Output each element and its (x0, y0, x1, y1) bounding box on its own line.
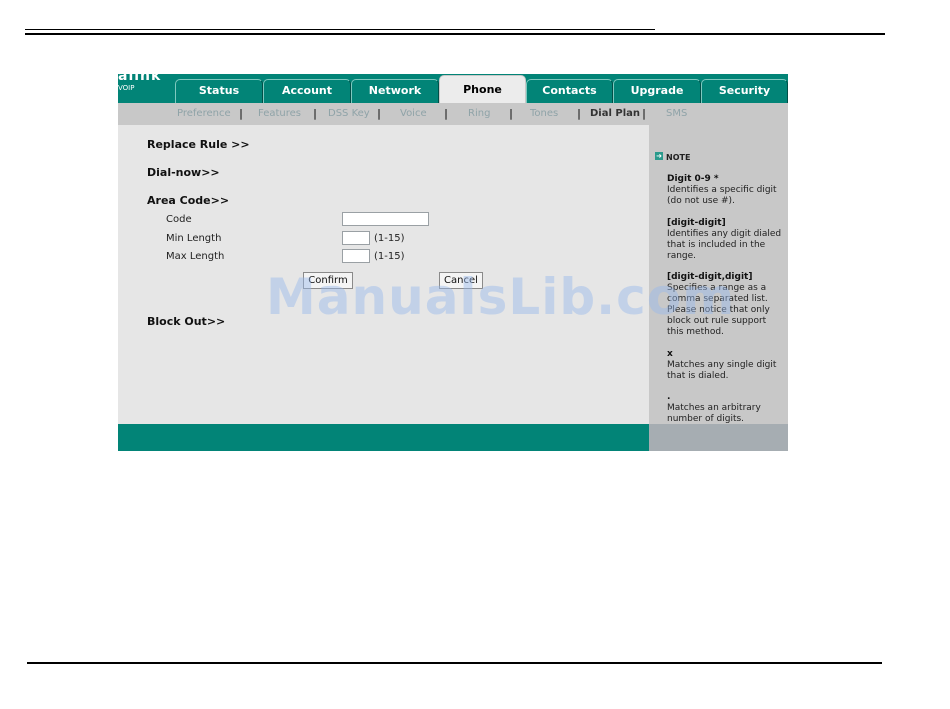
footer-bar-right (649, 424, 788, 451)
note-item: x Matches any single digit that is diale… (667, 349, 782, 382)
code-label: Code (166, 214, 192, 225)
note-item-title: [digit-digit] (667, 218, 726, 228)
bottom-rule (27, 662, 882, 664)
note-item-text: Matches any single digit that is dialed. (667, 360, 777, 381)
tab-upgrade[interactable]: Upgrade (613, 79, 701, 103)
subnav-separator: | (509, 107, 514, 120)
note-item-text: Identifies a specific digit (do not use … (667, 185, 777, 206)
web-ui-window: alink VOIP Status Account Network Phone … (118, 74, 788, 451)
note-item: Digit 0-9 * Identifies a specific digit … (667, 174, 782, 207)
subnav-tones[interactable]: Tones (530, 108, 558, 119)
subnav-features[interactable]: Features (258, 108, 301, 119)
note-item: [digit-digit] Identifies any digit diale… (667, 218, 782, 262)
subnav-separator: | (239, 107, 244, 120)
tab-account[interactable]: Account (263, 79, 351, 103)
note-title: ➜ NOTE (655, 152, 691, 162)
tab-status[interactable]: Status (175, 79, 263, 103)
replace-rule-link[interactable]: Replace Rule >> (147, 138, 250, 151)
brand-logo: alink VOIP (118, 74, 174, 103)
note-title-text: NOTE (666, 153, 691, 162)
block-out-link[interactable]: Block Out>> (147, 315, 225, 328)
min-length-input[interactable] (342, 231, 370, 245)
max-length-input[interactable] (342, 249, 370, 263)
note-item-title: . (667, 392, 671, 402)
code-input[interactable] (342, 212, 429, 226)
subnav-separator: | (377, 107, 382, 120)
subnav-dial-plan[interactable]: Dial Plan (590, 108, 640, 119)
subnav-separator: | (577, 107, 582, 120)
watermark-text: ManualsLib.com (266, 268, 736, 326)
note-item-title: Digit 0-9 * (667, 174, 719, 184)
min-length-hint: (1-15) (374, 233, 405, 244)
min-length-label: Min Length (166, 233, 222, 244)
area-code-link[interactable]: Area Code>> (147, 194, 229, 207)
max-length-hint: (1-15) (374, 251, 405, 262)
subnav-separator: | (444, 107, 449, 120)
note-item-text: Matches an arbitrary number of digits. (667, 403, 761, 424)
tab-phone[interactable]: Phone (439, 75, 526, 103)
subnav-voice[interactable]: Voice (400, 108, 427, 119)
subnav-sms[interactable]: SMS (666, 108, 687, 119)
subnav-ring[interactable]: Ring (468, 108, 490, 119)
sub-navigation: Preference | Features | DSS Key | Voice … (118, 103, 788, 125)
note-item-title: x (667, 349, 673, 359)
max-length-label: Max Length (166, 251, 225, 262)
tab-security[interactable]: Security (701, 79, 788, 103)
note-arrow-icon: ➜ (655, 152, 663, 160)
dial-now-link[interactable]: Dial-now>> (147, 166, 220, 179)
subnav-separator: | (642, 107, 647, 120)
tab-network[interactable]: Network (351, 79, 439, 103)
logo-text: alink (118, 74, 162, 84)
tab-contacts[interactable]: Contacts (526, 79, 613, 103)
subnav-separator: | (313, 107, 318, 120)
note-item-text: Identifies any digit dialed that is incl… (667, 229, 782, 261)
top-rule (25, 29, 655, 30)
subnav-preference[interactable]: Preference (177, 108, 231, 119)
header-bar: alink VOIP Status Account Network Phone … (118, 74, 788, 103)
subnav-dss-key[interactable]: DSS Key (328, 108, 370, 119)
top-rule-thick (25, 33, 885, 35)
footer-bar (118, 424, 649, 451)
logo-subtext: VOIP (118, 84, 135, 92)
note-item: . Matches an arbitrary number of digits. (667, 392, 782, 425)
